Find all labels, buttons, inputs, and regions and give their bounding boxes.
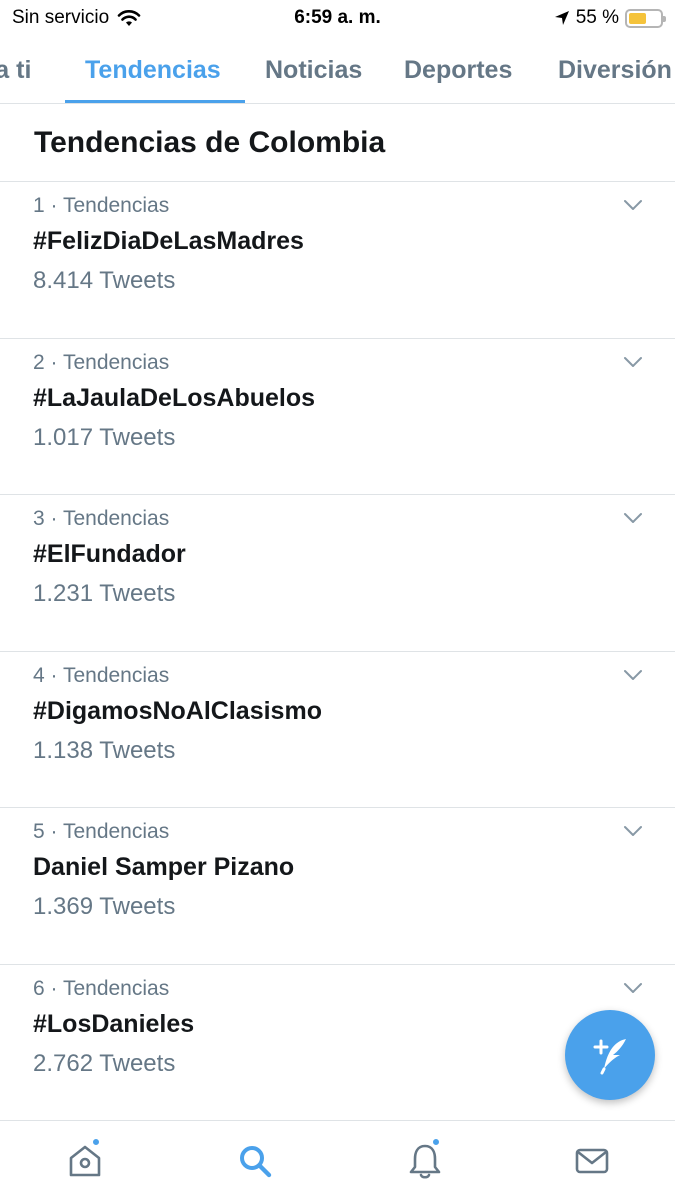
nav-notifications[interactable]: [405, 1137, 445, 1183]
tab-para-ti[interactable]: Para ti: [0, 36, 31, 103]
messages-icon: [575, 1148, 609, 1174]
chevron-down-icon[interactable]: [623, 355, 643, 369]
trend-name: #LaJaulaDeLosAbuelos: [33, 383, 316, 412]
section-title: Tendencias de Colombia: [34, 126, 386, 159]
carrier-label: Sin servicio: [12, 7, 110, 28]
trend-count: 8.414 Tweets: [33, 267, 176, 294]
tab-diversion[interactable]: Diversión: [558, 36, 672, 103]
trend-meta: 3 · Tendencias: [33, 507, 170, 530]
nav-home[interactable]: [65, 1137, 105, 1183]
notifications-icon: [409, 1144, 441, 1179]
chevron-down-icon[interactable]: [623, 668, 643, 682]
battery-level: [629, 12, 646, 24]
trend-meta: 4 · Tendencias: [33, 663, 170, 687]
trend-name: #ElFundador: [33, 540, 186, 568]
search-icon: [240, 1146, 272, 1178]
battery-icon: [625, 8, 666, 28]
tab-tendencias[interactable]: Tendencias: [85, 36, 221, 103]
trend-meta: 1 · Tendencias: [33, 194, 170, 217]
home-icon: [69, 1145, 101, 1177]
trend-count: 1.017 Tweets: [33, 423, 176, 451]
trend-count: 1.138 Tweets: [33, 736, 176, 764]
explore-tabs: Para ti Tendencias Noticias Deportes Div…: [0, 36, 675, 104]
battery-percent: 55 %: [575, 7, 619, 28]
tab-deportes[interactable]: Deportes: [404, 36, 512, 103]
trend-item[interactable]: 3 · Tendencias #ElFundador 1.231 Tweets: [0, 495, 675, 652]
bottom-nav: [0, 1120, 675, 1200]
trend-meta: 2 · Tendencias: [33, 350, 170, 374]
trend-item[interactable]: 1 · Tendencias #FelizDiaDeLasMadres 8.41…: [0, 182, 675, 339]
wifi-icon: [117, 10, 141, 26]
nav-messages[interactable]: [572, 1139, 612, 1183]
chevron-down-icon[interactable]: [623, 198, 643, 212]
trend-item[interactable]: 5 · Tendencias Daniel Samper Pizano 1.36…: [0, 808, 675, 965]
compose-tweet-button[interactable]: [565, 1010, 655, 1100]
trend-name: #DigamosNoAlClasismo: [33, 696, 322, 725]
nav-search[interactable]: [235, 1139, 275, 1183]
trend-meta: 5 · Tendencias: [33, 820, 170, 843]
compose-tweet-icon: [593, 1039, 626, 1075]
chevron-down-icon[interactable]: [623, 511, 643, 525]
trend-name: #LosDanieles: [33, 1009, 195, 1038]
home-unread-dot: [91, 1137, 101, 1147]
chevron-down-icon[interactable]: [623, 981, 643, 995]
status-bar: Sin servicio 6:59 a. m. 55 %: [0, 0, 675, 36]
trend-count: 1.231 Tweets: [33, 580, 176, 607]
trend-item[interactable]: 2 · Tendencias #LaJaulaDeLosAbuelos 1.01…: [0, 339, 675, 495]
trend-name: Daniel Samper Pizano: [33, 853, 295, 881]
trend-name: #FelizDiaDeLasMadres: [33, 227, 304, 255]
notifications-unread-dot: [431, 1137, 441, 1147]
tab-noticias[interactable]: Noticias: [265, 36, 362, 103]
trend-count: 2.762 Tweets: [33, 1049, 176, 1077]
location-arrow-icon: [554, 11, 569, 25]
trend-item[interactable]: 4 · Tendencias #DigamosNoAlClasismo 1.13…: [0, 652, 675, 808]
trend-count: 1.369 Tweets: [33, 893, 176, 920]
active-tab-indicator: [65, 100, 245, 103]
chevron-down-icon[interactable]: [623, 824, 643, 838]
trend-list: 1 · Tendencias #FelizDiaDeLasMadres 8.41…: [0, 182, 675, 1121]
trend-meta: 6 · Tendencias: [33, 976, 170, 1000]
